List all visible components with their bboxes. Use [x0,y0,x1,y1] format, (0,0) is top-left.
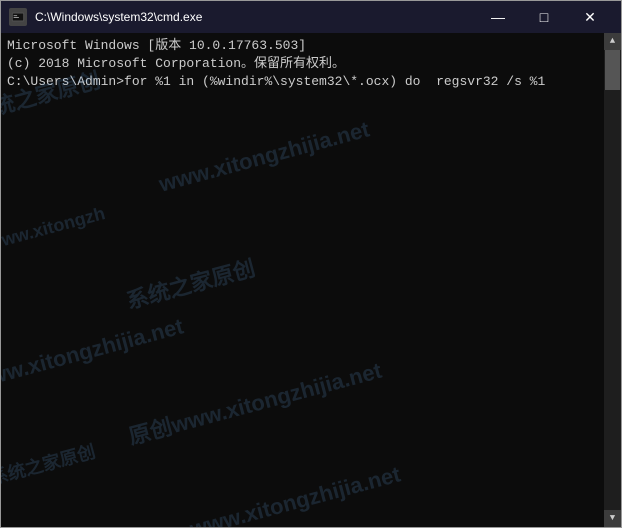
watermark-text: 系统之家原创 [123,254,258,318]
scroll-down-arrow[interactable]: ▼ [604,510,621,527]
watermark-text: www.xitongzhijia.net [187,460,404,527]
watermark-text: www.xitongzhijia.net [1,312,187,398]
cmd-window: C:\Windows\system32\cmd.exe — □ ✕ Micros… [0,0,622,528]
watermark-text: 系统之家原创 [1,439,98,491]
maximize-button[interactable]: □ [521,1,567,33]
window-controls: — □ ✕ [475,1,613,33]
title-bar: C:\Windows\system32\cmd.exe — □ ✕ [1,1,621,33]
scroll-thumb[interactable] [605,50,620,90]
terminal-line: Microsoft Windows [版本 10.0.17763.503] [7,37,615,55]
watermark: 系统之家原创 www.xitongzhijia.net 原创www.xitong… [1,33,621,527]
minimize-button[interactable]: — [475,1,521,33]
window-icon [9,8,27,26]
window-title: C:\Windows\system32\cmd.exe [35,10,475,24]
scroll-up-arrow[interactable]: ▲ [604,33,621,50]
terminal-output: Microsoft Windows [版本 10.0.17763.503] (c… [7,37,615,92]
terminal-body[interactable]: Microsoft Windows [版本 10.0.17763.503] (c… [1,33,621,527]
watermark-text: 原创www.xitongzhijia.net [125,355,385,452]
scroll-track[interactable] [604,50,621,510]
watermark-text: www.xitongzhijia.net [156,114,373,200]
close-button[interactable]: ✕ [567,1,613,33]
terminal-line: (c) 2018 Microsoft Corporation。保留所有权利。 [7,55,615,73]
watermark-text: 原创www.xitongzh [1,201,108,266]
scrollbar[interactable]: ▲ ▼ [604,33,621,527]
terminal-line: C:\Users\Admin>for %1 in (%windir%\syste… [7,73,615,91]
